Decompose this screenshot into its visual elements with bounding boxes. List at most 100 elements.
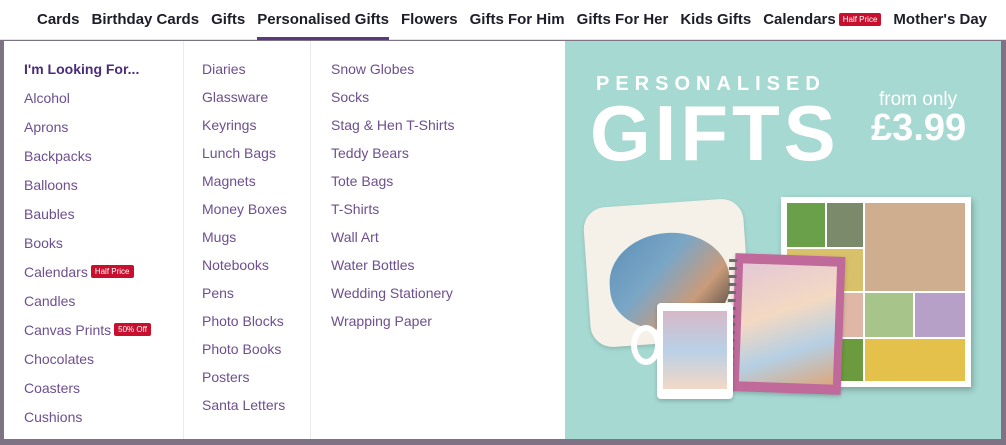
menu-link-label: Books xyxy=(24,234,63,251)
canvas-photo-tile xyxy=(827,203,863,247)
menu-link-diaries[interactable]: Diaries xyxy=(202,55,310,83)
menu-link-aprons[interactable]: Aprons xyxy=(24,112,183,141)
menu-link-label: Keyrings xyxy=(202,117,257,133)
menu-link-label: Wedding Stationery xyxy=(331,285,453,301)
menu-link-pens[interactable]: Pens xyxy=(202,279,310,307)
nav-item-gifts[interactable]: Gifts xyxy=(205,0,251,40)
menu-link-santa-letters[interactable]: Santa Letters xyxy=(202,391,310,419)
menu-link-label: Alcohol xyxy=(24,89,70,106)
menu-link-label: Backpacks xyxy=(24,147,92,164)
menu-link-label: Balloons xyxy=(24,176,78,193)
nav-item-flowers[interactable]: Flowers xyxy=(395,0,464,40)
notebook-image xyxy=(724,253,846,395)
menu-link-label: Mugs xyxy=(202,229,237,245)
canvas-photo-tile xyxy=(865,293,913,337)
menu-link-canvas-prints[interactable]: Canvas Prints 50% Off xyxy=(24,315,183,344)
nav-item-label: Kids Gifts xyxy=(680,11,752,28)
menu-link-notebooks[interactable]: Notebooks xyxy=(202,251,310,279)
nav-item-birthday-cards[interactable]: Birthday Cards xyxy=(86,0,206,40)
canvas-photo-tile xyxy=(915,293,965,337)
nav-item-label: Gifts For Her xyxy=(576,11,669,28)
menu-link-balloons[interactable]: Balloons xyxy=(24,170,183,199)
offer-badge: Half Price xyxy=(90,265,134,278)
menu-link-calendars[interactable]: Calendars Half Price xyxy=(24,257,183,286)
menu-link-mugs[interactable]: Mugs xyxy=(202,223,310,251)
menu-link-wedding-stationery[interactable]: Wedding Stationery xyxy=(331,279,565,307)
mug-photos xyxy=(663,311,727,389)
menu-link-lunch-bags[interactable]: Lunch Bags xyxy=(202,139,310,167)
menu-link-label: Socks xyxy=(331,89,370,105)
menu-link-cushions[interactable]: Cushions xyxy=(24,402,183,431)
canvas-photo-tile xyxy=(865,203,965,291)
menu-link-label: Photo Books xyxy=(202,341,282,357)
menu-link-magnets[interactable]: Magnets xyxy=(202,167,310,195)
menu-column-3: Snow Globes Socks Stag & Hen T-Shirts Teddy… xyxy=(310,41,565,439)
nav-item-label: Calendars xyxy=(763,11,836,28)
offer-badge: 50% Off xyxy=(114,323,151,336)
menu-link-alcohol[interactable]: Alcohol xyxy=(24,83,183,112)
nav-item-gifts-for-him[interactable]: Gifts For Him xyxy=(464,0,571,40)
menu-link-label: Snow Globes xyxy=(331,61,415,77)
menu-link-label: Coasters xyxy=(24,379,81,396)
nav-item-personalised-gifts[interactable]: Personalised Gifts xyxy=(251,0,395,40)
nav-item-calendars[interactable]: Calendars Half Price xyxy=(757,0,887,40)
menu-link-baubles[interactable]: Baubles xyxy=(24,199,183,228)
menu-link-label: T-Shirts xyxy=(331,201,380,217)
menu-link-label: Teddy Bears xyxy=(331,145,409,161)
nav-item-cards[interactable]: Cards xyxy=(31,0,86,40)
menu-link-tote-bags[interactable]: Tote Bags xyxy=(331,167,565,195)
nav-item-label: Gifts For Him xyxy=(469,11,565,28)
nav-item-gifts-for-her[interactable]: Gifts For Her xyxy=(571,0,675,40)
menu-link-teddy-bears[interactable]: Teddy Bears xyxy=(331,139,565,167)
menu-link-label: Money Boxes xyxy=(202,201,287,217)
menu-link-label: Water Bottles xyxy=(331,257,415,273)
nav-item-kids-gifts[interactable]: Kids Gifts xyxy=(674,0,757,40)
banner-price: £3.99 xyxy=(871,107,967,149)
nav-item-label: Personalised Gifts xyxy=(257,11,389,28)
menu-link-chocolates[interactable]: Chocolates xyxy=(24,344,183,373)
menu-link-t-shirts[interactable]: T-Shirts xyxy=(331,195,565,223)
menu-link-socks[interactable]: Socks xyxy=(331,83,565,111)
menu-link-photo-blocks[interactable]: Photo Blocks xyxy=(202,307,310,335)
menu-link-label: Baubles xyxy=(24,205,75,222)
menu-link-label: Tote Bags xyxy=(331,173,394,189)
menu-link-label: Lunch Bags xyxy=(202,145,276,161)
promo-banner[interactable]: PERSONALISED GIFTS from only £3.99 xyxy=(565,41,1001,439)
half-price-badge: Half Price xyxy=(838,13,882,26)
menu-link-wrapping-paper[interactable]: Wrapping Paper xyxy=(331,307,565,335)
menu-link-water-bottles[interactable]: Water Bottles xyxy=(331,251,565,279)
menu-link-label: Wall Art xyxy=(331,229,379,245)
menu-link-photo-books[interactable]: Photo Books xyxy=(202,335,310,363)
mug-image xyxy=(631,303,733,399)
canvas-photo-tile xyxy=(865,339,965,381)
notebook-cover-photo xyxy=(738,263,838,385)
menu-link-wall-art[interactable]: Wall Art xyxy=(331,223,565,251)
menu-link-label: Notebooks xyxy=(202,257,269,273)
menu-link-backpacks[interactable]: Backpacks xyxy=(24,141,183,170)
menu-column-1: I'm Looking For... Alcohol Aprons Backpack… xyxy=(4,41,183,439)
menu-link-label: Magnets xyxy=(202,173,256,189)
menu-link-label: Aprons xyxy=(24,118,69,135)
menu-link-label: Photo Blocks xyxy=(202,313,284,329)
menu-link-money-boxes[interactable]: Money Boxes xyxy=(202,195,310,223)
menu-link-label: Chocolates xyxy=(24,350,95,367)
menu-link-label: Posters xyxy=(202,369,250,385)
nav-item-mother-s-day[interactable]: Mother's Day xyxy=(887,0,993,40)
menu-link-stag-hen-t-shirts[interactable]: Stag & Hen T-Shirts xyxy=(331,111,565,139)
top-navigation: Cards Birthday Cards Gifts Personalised Gif… xyxy=(0,0,1006,40)
menu-link-books[interactable]: Books xyxy=(24,228,183,257)
banner-big-title: GIFTS xyxy=(590,89,840,177)
menu-link-candles[interactable]: Candles xyxy=(24,286,183,315)
menu-link-coasters[interactable]: Coasters xyxy=(24,373,183,402)
menu-link-label: Stag & Hen T-Shirts xyxy=(331,117,455,133)
menu-link-glassware[interactable]: Glassware xyxy=(202,83,310,111)
menu-column-2: Diaries Glassware Keyrings Lunch Bags Magnet… xyxy=(183,41,310,439)
menu-link-posters[interactable]: Posters xyxy=(202,363,310,391)
menu-link-label: Wrapping Paper xyxy=(331,313,432,329)
menu-link-snow-globes[interactable]: Snow Globes xyxy=(331,55,565,83)
menu-link-label: Canvas Prints xyxy=(24,321,112,338)
menu-link-label: Diaries xyxy=(202,61,246,77)
menu-link-keyrings[interactable]: Keyrings xyxy=(202,111,310,139)
menu-link-label: Cushions xyxy=(24,408,83,425)
nav-item-label: Mother's Day xyxy=(893,11,988,28)
